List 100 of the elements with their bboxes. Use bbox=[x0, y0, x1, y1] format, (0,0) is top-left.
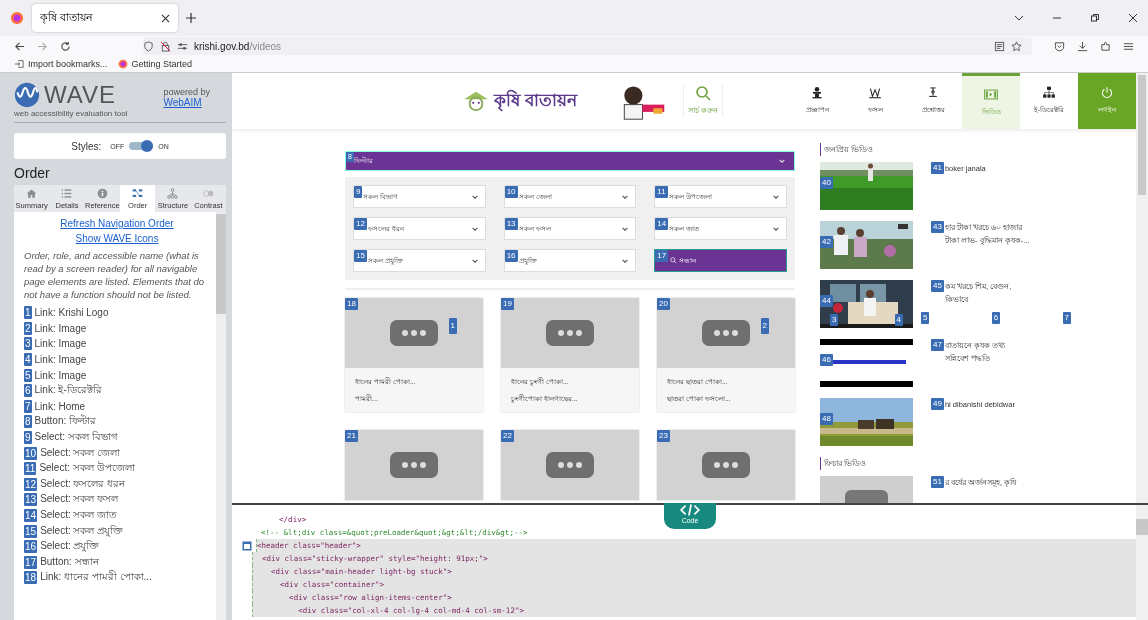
show-icons-link[interactable]: Show WAVE Icons bbox=[75, 233, 159, 244]
lock-icon bbox=[160, 40, 171, 52]
new-tab-icon[interactable] bbox=[186, 13, 196, 23]
order-item: Select: প্রযুক্তি bbox=[40, 539, 100, 554]
order-item: Select: সকল জাত bbox=[40, 508, 118, 522]
order-badge: 6 bbox=[991, 312, 1001, 324]
order-badge: 2 bbox=[760, 318, 769, 334]
order-badge: 23 bbox=[657, 430, 670, 442]
order-item: Select: ফসলের ধরন bbox=[40, 476, 126, 491]
structure-icon bbox=[167, 188, 179, 199]
farmer-hat-icon[interactable] bbox=[462, 90, 490, 112]
order-item: Link: Image bbox=[34, 322, 87, 334]
order-badge: 8 bbox=[24, 415, 32, 429]
order-badge: 41 bbox=[931, 162, 944, 174]
order-badge: 4 bbox=[894, 314, 903, 326]
order-badge: 4 bbox=[24, 353, 32, 367]
chevron-down-icon[interactable] bbox=[1014, 13, 1024, 23]
download-icon[interactable] bbox=[1077, 40, 1088, 52]
order-badge: 51 bbox=[931, 476, 944, 488]
video-card[interactable]: 22 bbox=[501, 430, 639, 500]
reload-icon[interactable] bbox=[60, 40, 71, 52]
webaim-link[interactable]: WebAIM bbox=[163, 97, 210, 108]
site-logo-text[interactable]: কৃষি বাতায়ন bbox=[494, 87, 577, 115]
order-badge: 15 bbox=[354, 250, 367, 262]
list-icon bbox=[61, 188, 73, 199]
order-item: Select: সকল উপজেলা bbox=[39, 460, 135, 476]
order-badge: 14 bbox=[24, 509, 38, 522]
order-badge: 7 bbox=[24, 399, 32, 413]
extensions-icon[interactable] bbox=[1100, 40, 1111, 52]
pocket-icon[interactable] bbox=[1054, 40, 1065, 52]
order-item: Link: ধানের পামরী পোকা... bbox=[40, 569, 152, 585]
section-heading: ফিচার ভিডিও bbox=[820, 457, 1040, 470]
order-badge: 15 bbox=[24, 524, 38, 538]
order-badge: 46 bbox=[820, 354, 833, 366]
order-item: Select: সকল জেলা bbox=[40, 445, 121, 460]
bookmark-link[interactable]: Getting Started bbox=[131, 59, 193, 69]
order-icon bbox=[132, 188, 144, 199]
order-badge: 13 bbox=[24, 493, 38, 507]
home-icon bbox=[26, 188, 38, 199]
menu-icon[interactable] bbox=[1123, 40, 1134, 52]
scrollbar[interactable] bbox=[1136, 505, 1148, 620]
close-icon[interactable] bbox=[161, 13, 170, 23]
order-badge: 11 bbox=[24, 462, 37, 476]
order-badge: 47 bbox=[931, 339, 944, 351]
restore-icon[interactable] bbox=[1090, 13, 1100, 23]
order-badge: 7 bbox=[1062, 312, 1071, 324]
wave-title: WAVE bbox=[44, 81, 116, 109]
order-badge: 1 bbox=[448, 318, 457, 334]
order-badge: 49 bbox=[931, 398, 944, 410]
order-badge: 13 bbox=[504, 218, 518, 230]
reader-view-icon[interactable] bbox=[994, 40, 1005, 52]
order-badge: 19 bbox=[501, 298, 514, 310]
shield-icon bbox=[143, 40, 154, 52]
order-item: Link: Home bbox=[34, 400, 86, 412]
close-icon[interactable] bbox=[1128, 13, 1138, 23]
url-text: krishi.gov.bd/videos bbox=[194, 40, 282, 52]
scrollbar[interactable] bbox=[216, 212, 226, 620]
styles-label: Styles: bbox=[71, 140, 102, 152]
order-badge: 45 bbox=[931, 280, 944, 292]
browser-tab[interactable]: কৃষি বাতায়ন bbox=[32, 4, 178, 32]
order-item: Link: Image bbox=[34, 338, 87, 350]
browser-logo-icon[interactable] bbox=[10, 11, 24, 25]
back-icon[interactable] bbox=[14, 40, 25, 52]
order-badge: 9 bbox=[24, 431, 32, 445]
import-icon bbox=[14, 59, 24, 69]
order-badge: 10 bbox=[24, 446, 38, 460]
order-badge: 12 bbox=[24, 477, 38, 491]
bookmark-link[interactable]: Import bookmarks... bbox=[28, 59, 108, 69]
order-item: Select: সকল প্রযুক্তি bbox=[40, 523, 124, 539]
wave-tagline: web accessibility evaluation tool bbox=[14, 109, 128, 118]
order-badge: 43 bbox=[931, 221, 944, 233]
order-item: Button: সন্ধান bbox=[40, 554, 99, 569]
browser-logo-icon bbox=[117, 59, 128, 69]
order-badge: 2 bbox=[24, 321, 32, 335]
video-card[interactable]: 23 bbox=[657, 430, 795, 500]
refresh-link[interactable]: Refresh Navigation Order bbox=[60, 218, 174, 229]
order-badge: 16 bbox=[504, 250, 518, 262]
order-badge: 18 bbox=[345, 298, 358, 310]
order-badge: 48 bbox=[820, 413, 833, 425]
order-badge: 21 bbox=[345, 430, 358, 442]
order-badge: 16 bbox=[24, 540, 38, 554]
order-item: Link: Image bbox=[34, 354, 87, 366]
star-icon[interactable] bbox=[1011, 40, 1022, 52]
search-icon bbox=[694, 85, 711, 101]
order-badge: 3 bbox=[24, 337, 32, 351]
order-badge: 18 bbox=[24, 571, 38, 585]
order-badge: 17 bbox=[24, 555, 38, 569]
order-item: Button: ফিল্টার bbox=[34, 413, 97, 429]
video-icon bbox=[984, 87, 998, 101]
hierarchy-icon bbox=[1042, 86, 1056, 99]
order-item: Select: সকল ফসল bbox=[40, 492, 119, 507]
styles-toggle[interactable] bbox=[129, 142, 154, 150]
video-card[interactable]: 21 bbox=[345, 430, 483, 500]
order-badge: 12 bbox=[354, 218, 367, 230]
powered-by-text: powered by bbox=[163, 87, 210, 97]
address-bar[interactable]: krishi.gov.bd/videos bbox=[143, 37, 1032, 55]
order-item: Link: Image bbox=[34, 369, 87, 381]
permissions-icon bbox=[177, 40, 188, 52]
power-icon bbox=[1100, 86, 1114, 99]
scrollbar[interactable] bbox=[1136, 73, 1148, 503]
